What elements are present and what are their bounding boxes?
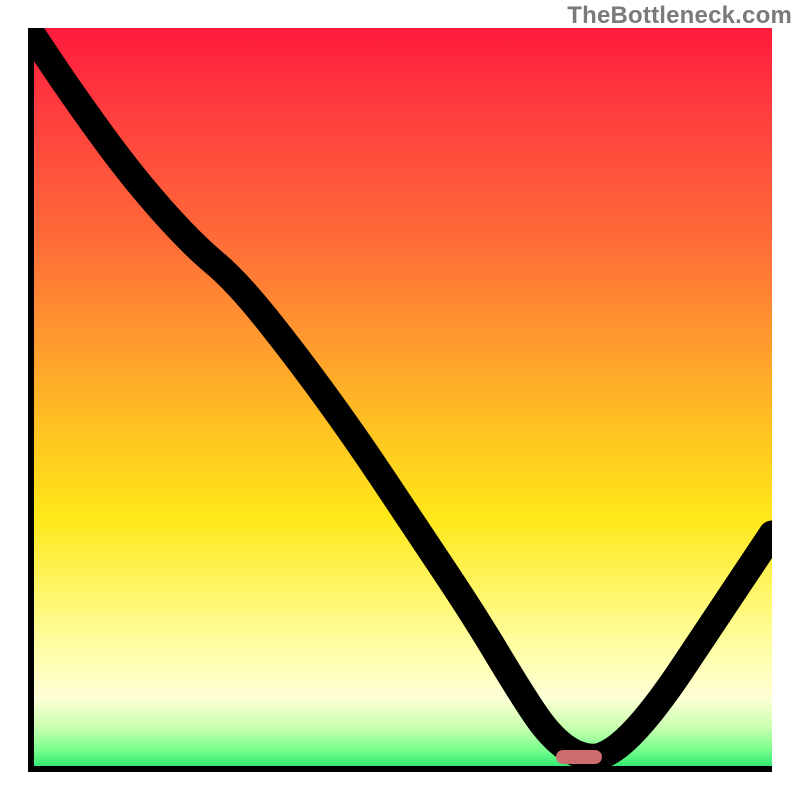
plot-area [28, 28, 772, 772]
bottleneck-curve [28, 28, 772, 772]
watermark-text: TheBottleneck.com [567, 2, 792, 30]
chart-canvas: TheBottleneck.com [0, 0, 800, 800]
